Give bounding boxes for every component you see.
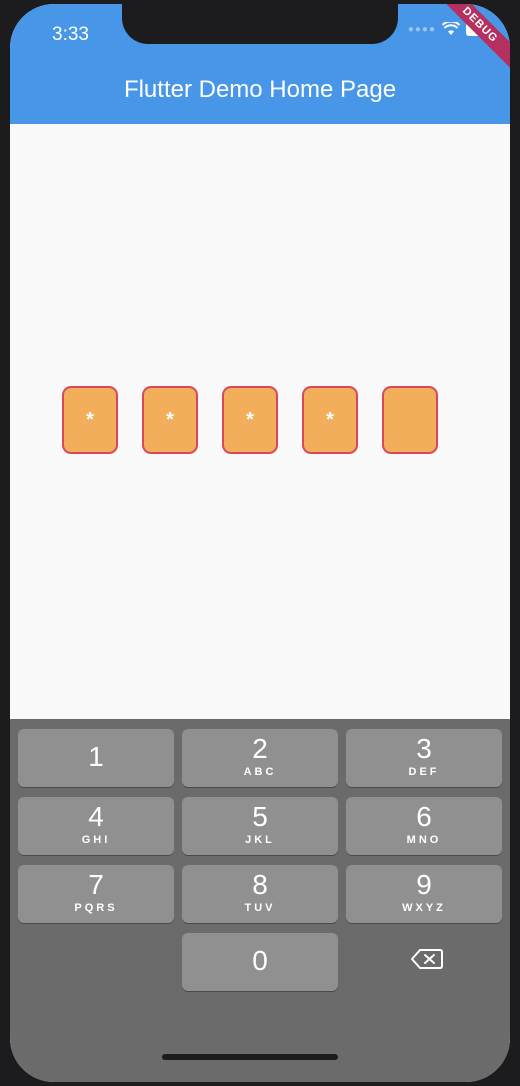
key-3[interactable]: 3 DEF <box>346 729 502 787</box>
key-letters: GHI <box>81 834 111 846</box>
key-5[interactable]: 5 JKL <box>182 797 338 855</box>
status-time: 3:33 <box>52 24 89 45</box>
wifi-icon <box>442 22 460 35</box>
key-letters: WXYZ <box>402 902 446 914</box>
key-number: 0 <box>252 945 268 976</box>
key-9[interactable]: 9 WXYZ <box>346 865 502 923</box>
key-letters: ABC <box>243 766 277 778</box>
page-title: Flutter Demo Home Page <box>123 76 397 103</box>
backspace-icon[interactable] <box>410 947 444 971</box>
key-number: 8 <box>252 869 268 900</box>
pin-box[interactable] <box>382 386 438 454</box>
key-letters: JKL <box>245 834 275 846</box>
key-number: 1 <box>88 741 104 772</box>
key-1[interactable]: 1 <box>18 729 174 787</box>
key-number: 3 <box>416 733 432 764</box>
key-4[interactable]: 4 GHI <box>18 797 174 855</box>
key-number: 9 <box>416 869 432 900</box>
notch <box>122 4 398 44</box>
key-letters: TUV <box>244 902 276 914</box>
pin-input-row[interactable]: * * * * <box>62 386 438 454</box>
home-indicator[interactable] <box>162 1054 338 1060</box>
key-letters: MNO <box>406 834 442 846</box>
key-letters: DEF <box>408 766 440 778</box>
key-number: 5 <box>252 801 268 832</box>
key-number: 2 <box>252 733 268 764</box>
numeric-keyboard: 1 2 ABC 3 DEF 4 GHI 5 JKL 6 MNO 7 PQRS 8… <box>10 719 510 1082</box>
key-number: 4 <box>88 801 104 832</box>
signal-icon: ●●●● <box>407 23 436 35</box>
key-0[interactable]: 0 <box>182 933 338 991</box>
pin-box[interactable]: * <box>222 386 278 454</box>
key-8[interactable]: 8 TUV <box>182 865 338 923</box>
key-letters: PQRS <box>74 902 118 914</box>
pin-box[interactable]: * <box>142 386 198 454</box>
pin-box[interactable]: * <box>62 386 118 454</box>
key-7[interactable]: 7 PQRS <box>18 865 174 923</box>
key-number: 6 <box>416 801 432 832</box>
key-2[interactable]: 2 ABC <box>182 729 338 787</box>
phone-screen: 3:33 ●●●● DEBUG Flutter Demo Home Page *… <box>10 4 510 1082</box>
key-6[interactable]: 6 MNO <box>346 797 502 855</box>
app-bar: 3:33 ●●●● DEBUG Flutter Demo Home Page <box>10 4 510 124</box>
pin-box[interactable]: * <box>302 386 358 454</box>
key-number: 7 <box>88 869 104 900</box>
debug-banner: DEBUG <box>424 4 510 81</box>
